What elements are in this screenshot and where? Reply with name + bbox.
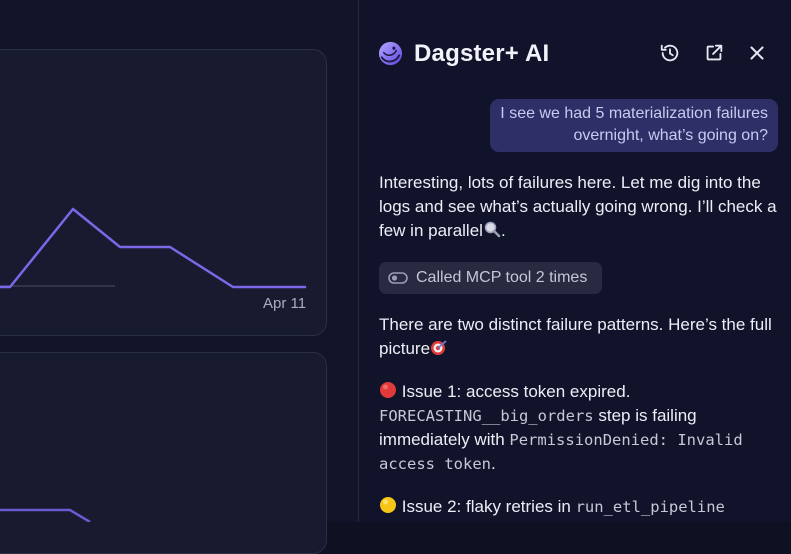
panel-title: Dagster+ AI	[414, 40, 550, 67]
tool-call-label: Called MCP tool 2 times	[416, 269, 588, 286]
issue-1-step-code: FORECASTING__big_orders	[379, 407, 594, 425]
issue-2-pipeline-code: run_etl_pipeline	[575, 498, 725, 516]
series-line-secondary	[0, 508, 91, 522]
issue-2-title: Issue 2: flaky retries in	[401, 497, 576, 516]
close-icon	[750, 46, 764, 60]
magnifying-glass-icon	[484, 221, 501, 238]
issue-1-title: Issue 1: access token expired.	[401, 382, 631, 401]
user-message-bubble: I see we had 5 materialization failures …	[490, 99, 778, 152]
target-icon	[431, 340, 447, 355]
assistant-message-end: .	[500, 221, 506, 240]
history-icon	[660, 44, 679, 62]
toggle-icon	[388, 272, 408, 284]
issue-1: Issue 1: access token expired. FORECASTI…	[379, 380, 779, 476]
external-link-icon	[706, 44, 723, 61]
close-button[interactable]	[746, 42, 768, 64]
line-chart: Apr 11	[0, 207, 307, 522]
issue-2: Issue 2: flaky retries in run_etl_pipeli…	[379, 495, 779, 519]
background-dashboard: Apr 11	[0, 0, 358, 554]
issue-1-text-b: .	[490, 454, 496, 473]
assistant-message-summary: There are two distinct failure patterns.…	[379, 313, 779, 361]
open-external-button[interactable]	[703, 42, 725, 64]
assistant-message: Interesting, lots of failures here. Let …	[379, 171, 779, 243]
x-tick-label: Apr 11	[263, 295, 306, 312]
panel-header: Dagster+ AI	[359, 0, 791, 80]
assistant-message-text: Interesting, lots of failures here. Let …	[379, 173, 777, 240]
ai-assistant-panel: Dagster+ AI I see we had 5 materializati…	[359, 0, 791, 522]
series-line	[0, 207, 307, 289]
history-button[interactable]	[659, 42, 681, 64]
dagster-logo-icon	[378, 41, 403, 66]
red-circle-icon	[380, 382, 396, 398]
yellow-circle-icon	[380, 497, 396, 513]
tool-call-chip[interactable]: Called MCP tool 2 times	[379, 262, 602, 294]
